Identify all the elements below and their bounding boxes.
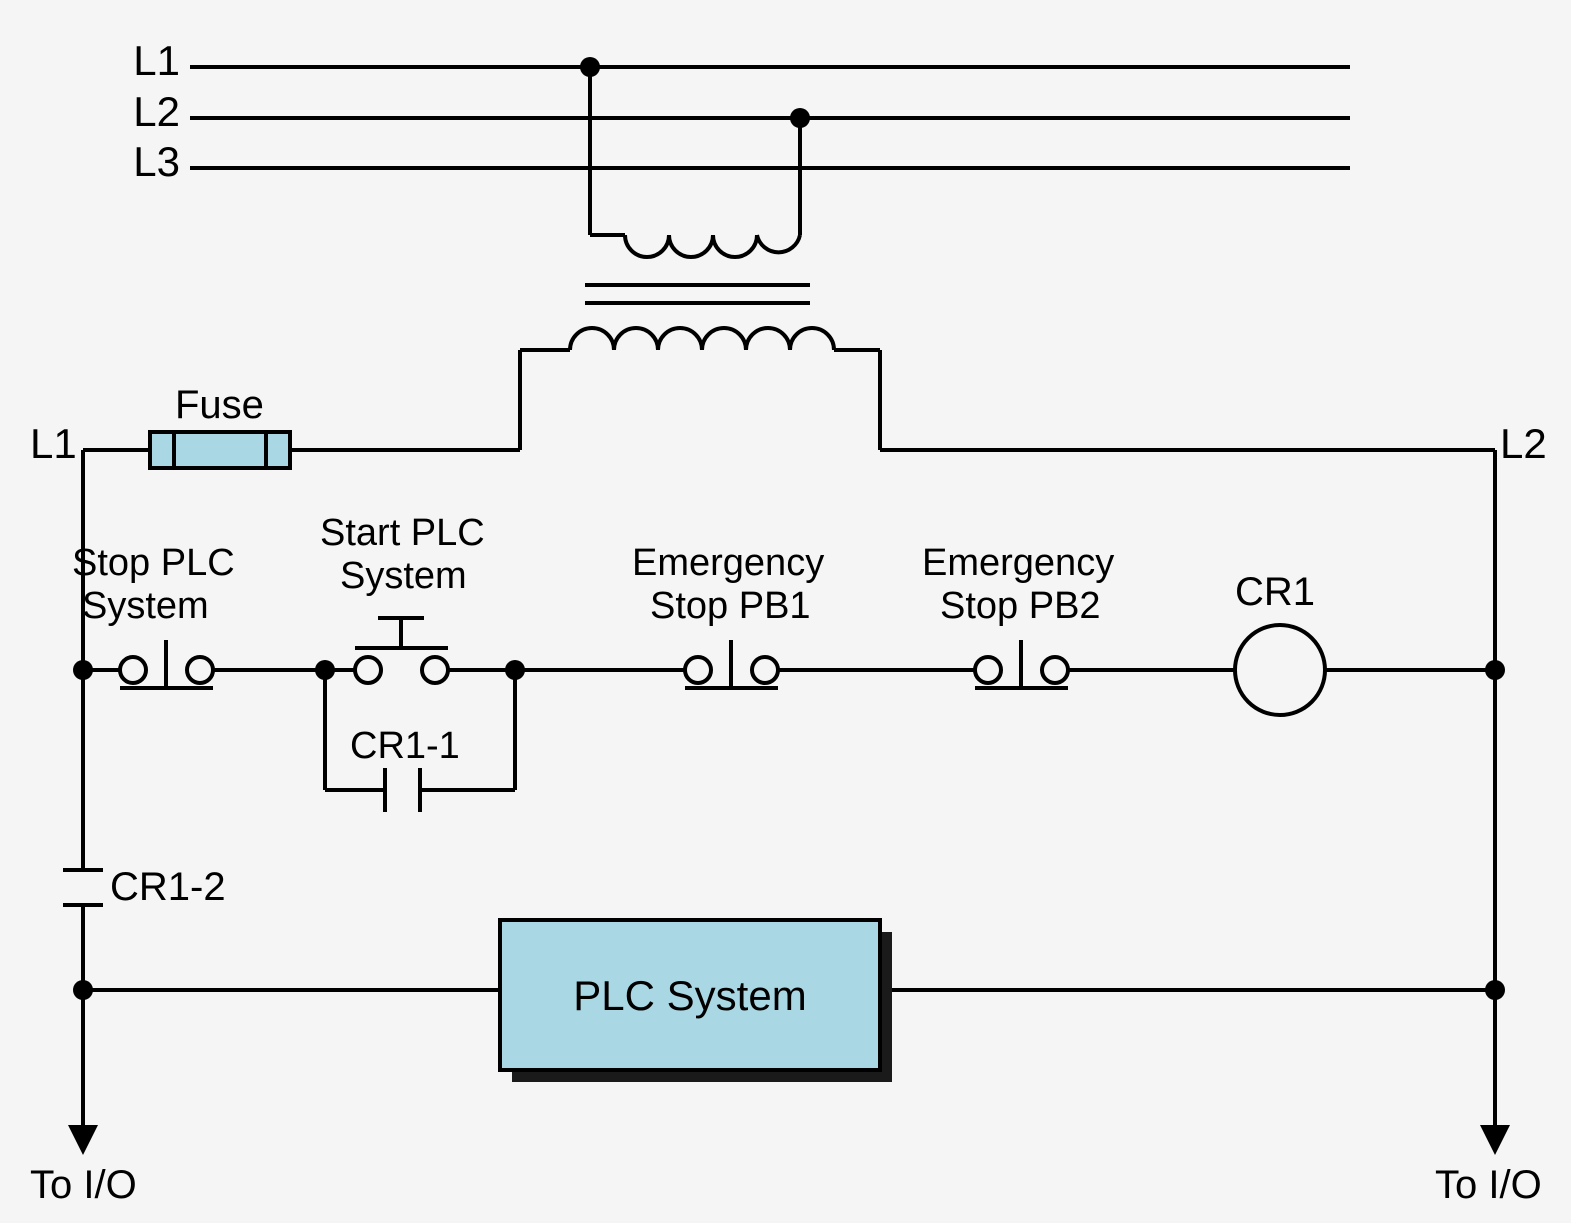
label-estop1-2: Stop PB1: [650, 585, 811, 627]
label-fuse: Fuse: [175, 383, 264, 427]
label-stop-plc-2: System: [82, 585, 209, 627]
cr1-1-contact-icon: [385, 768, 420, 812]
label-l1-supply: L1: [133, 37, 180, 84]
circuit-diagram: L1 L2 L3 L1 L2 Fuse: [0, 0, 1571, 1223]
label-cr1: CR1: [1235, 570, 1315, 614]
label-cr1-1: CR1-1: [350, 725, 460, 767]
label-stop-plc-1: Stop PLC: [72, 542, 235, 584]
transformer-primary-icon: [590, 235, 800, 257]
label-estop1-1: Emergency: [632, 542, 824, 584]
cr1-coil-icon: [1235, 625, 1325, 715]
label-l3-supply: L3: [133, 138, 180, 185]
stop-plc-pushbutton-icon: [120, 640, 213, 688]
label-plc-system: PLC System: [573, 972, 806, 1019]
label-start-plc-2: System: [340, 555, 467, 597]
transformer-secondary-icon: [570, 328, 834, 350]
arrow-to-io-left-icon: [68, 1125, 98, 1155]
start-plc-pushbutton-icon: [355, 618, 448, 683]
label-to-io-right: To I/O: [1435, 1163, 1542, 1207]
label-l1-control: L1: [30, 420, 77, 467]
label-l2-supply: L2: [133, 88, 180, 135]
estop2-pushbutton-icon: [975, 640, 1068, 688]
label-to-io-left: To I/O: [30, 1163, 137, 1207]
estop1-pushbutton-icon: [685, 640, 778, 688]
label-start-plc-1: Start PLC: [320, 512, 485, 554]
label-estop2-2: Stop PB2: [940, 585, 1101, 627]
label-cr1-2: CR1-2: [110, 865, 226, 909]
arrow-to-io-right-icon: [1480, 1125, 1510, 1155]
label-estop2-1: Emergency: [922, 542, 1114, 584]
fuse-icon: [150, 432, 290, 468]
label-l2-control: L2: [1500, 420, 1547, 467]
